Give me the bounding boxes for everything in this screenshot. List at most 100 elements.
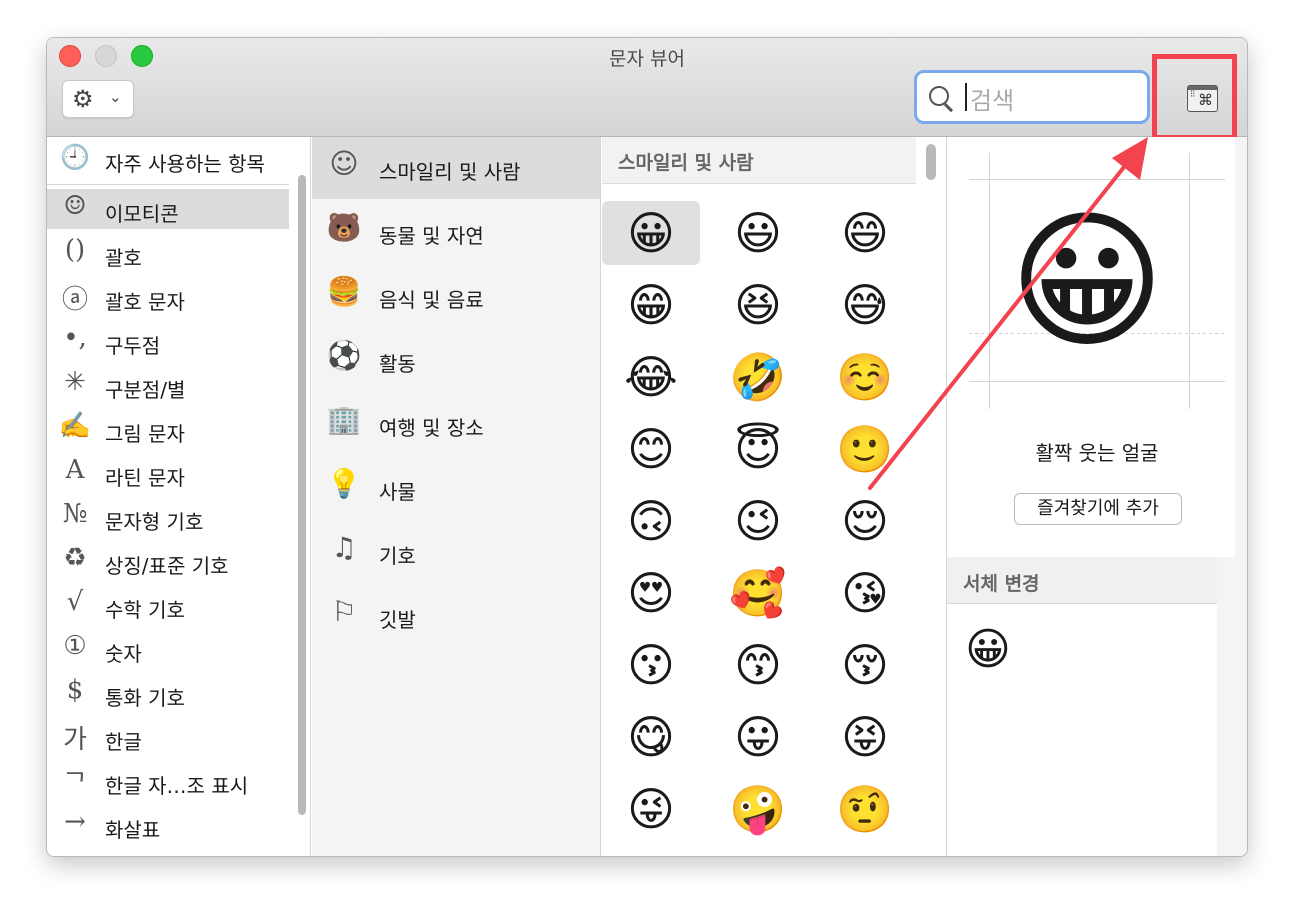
sidebar-item-frequent[interactable]: 🕘 자주 사용하는 항목 (47, 139, 289, 179)
category-label: 사물 (379, 480, 416, 504)
category-label: 활동 (379, 352, 416, 376)
search-field[interactable]: 검색 (914, 70, 1150, 124)
sidebar-item[interactable]: √ 수학 기호 (47, 585, 289, 625)
add-to-favorites-button[interactable]: 즐겨찾기에 추가 (1014, 493, 1182, 525)
emoji-cell[interactable]: 😛 (709, 705, 807, 769)
preview-emoji: 😀 (1008, 195, 1166, 369)
emoji-cell[interactable]: 😍 (602, 561, 700, 625)
emoji-cell[interactable]: ☺️ (816, 345, 914, 409)
sidebar-item-icon: ♻ (63, 543, 87, 573)
sidebar-item-icon: ᄀ (63, 769, 87, 799)
emoji-preview: 😀 활짝 웃는 얼굴 즐겨찾기에 추가 (947, 137, 1235, 557)
category-item[interactable]: ☺ 스마일리 및 사람 (312, 137, 600, 199)
emoji-cell[interactable]: 😃 (709, 201, 807, 265)
emoji-cell[interactable]: 😁 (602, 273, 700, 337)
sidebar-item[interactable]: № 문자형 기호 (47, 497, 289, 537)
category-list: ☺ 스마일리 및 사람 🐻 동물 및 자연 🍔 음식 및 음료 ⚽ 활동 🏢 여행 및 장소 💡 사물… (312, 137, 601, 856)
emoji-cell[interactable]: 😋 (602, 705, 700, 769)
emoji-cell[interactable]: 🙂 (816, 417, 914, 481)
emoji-cell[interactable]: 😝 (816, 705, 914, 769)
sidebar-item-icon: A (65, 455, 85, 485)
sidebar-item[interactable]: $ 통화 기호 (47, 673, 289, 713)
clock-icon: 🕘 (60, 143, 90, 171)
category-label: 기호 (379, 544, 416, 568)
sidebar-item[interactable]: ☺ 이모티콘 (47, 189, 289, 229)
font-variation-item[interactable]: 😀 (965, 624, 1011, 675)
category-item[interactable]: 💡 사물 (312, 457, 600, 519)
sidebar-item-icon: ✳ (64, 367, 86, 397)
emoji-cell[interactable]: 😅 (816, 273, 914, 337)
action-menu-button[interactable]: ⚙ ⌄ (62, 80, 134, 118)
sidebar-item[interactable]: A 라틴 문자 (47, 453, 289, 493)
emoji-cell[interactable]: 🤪 (709, 777, 807, 841)
category-label: 음식 및 음료 (379, 288, 484, 312)
sidebar-scrollbar[interactable] (298, 175, 306, 815)
sidebar-item[interactable]: () 괄호 (47, 233, 289, 273)
category-icon: ♫ (331, 531, 357, 564)
sidebar-item[interactable]: 가 한글 (47, 717, 289, 757)
emoji-cell[interactable]: 🙃 (602, 489, 700, 553)
sidebar-item[interactable]: ♻ 상징/표준 기호 (47, 541, 289, 581)
emoji-name: 활짝 웃는 얼굴 (1035, 441, 1159, 465)
emoji-cell[interactable]: 😊 (602, 417, 700, 481)
category-icon: 🐻 (326, 211, 362, 244)
category-item[interactable]: ⚐ 깃발 (312, 585, 600, 647)
sidebar: 🕘 자주 사용하는 항목 ☺ 이모티콘 () 괄호 ⓐ 괄호 문자 •, 구두점 ✳ 구분점/별 ✍… (47, 137, 311, 856)
emoji-cell[interactable]: 😇 (709, 417, 807, 481)
emoji-cell[interactable]: 😜 (602, 777, 700, 841)
sidebar-item-label: 구두점 (105, 334, 161, 358)
emoji-grid-panel: 스마일리 및 사람 😀 😃 😄 😁 😆 😅 😂 🤣 ☺️ 😊 😇 🙂 🙃 😉 😌 😍 🥰 😘 😗 😙 😚 😋 😛 😝 😜 🤪 🤨 (602, 137, 916, 856)
sidebar-item-label: 그림 문자 (105, 422, 185, 446)
chevron-down-icon: ⌄ (109, 88, 122, 106)
sidebar-item-label: 이모티콘 (105, 202, 179, 226)
category-item[interactable]: ⚽ 활동 (312, 329, 600, 391)
sidebar-item-label: 문자형 기호 (105, 510, 204, 534)
emoji-cell[interactable]: 😂 (602, 345, 700, 409)
emoji-cell[interactable]: 🥰 (709, 561, 807, 625)
emoji-cell[interactable]: 😄 (816, 201, 914, 265)
sidebar-item[interactable]: → 화살표 (47, 805, 289, 845)
emoji-cell[interactable]: 😙 (709, 633, 807, 697)
category-item[interactable]: 🏢 여행 및 장소 (312, 393, 600, 455)
sidebar-item-label: 통화 기호 (105, 686, 185, 710)
sidebar-item[interactable]: •, 구두점 (47, 321, 289, 361)
font-variation-list: 😀 (947, 604, 1217, 856)
emoji-cell[interactable]: 😉 (709, 489, 807, 553)
sidebar-item-icon: 가 (63, 725, 87, 755)
sidebar-item[interactable]: ✍ 그림 문자 (47, 409, 289, 449)
sidebar-item-label: 괄호 (105, 246, 142, 270)
sidebar-item[interactable]: ✳ 구분점/별 (47, 365, 289, 405)
sidebar-item-icon: ☺ (63, 191, 87, 221)
emoji-cell[interactable]: 😘 (816, 561, 914, 625)
category-item[interactable]: ♫ 기호 (312, 521, 600, 583)
sidebar-item[interactable]: ⓐ 괄호 문자 (47, 277, 289, 317)
emoji-cell[interactable]: 😀 (602, 201, 700, 265)
sidebar-item[interactable]: ① 숫자 (47, 629, 289, 669)
emoji-cell[interactable]: 🤨 (816, 777, 914, 841)
sidebar-item[interactable]: ᄀ 한글 자…조 표시 (47, 761, 289, 801)
sidebar-item-icon: → (64, 807, 86, 837)
category-label: 동물 및 자연 (379, 224, 484, 248)
emoji-cell[interactable]: 😆 (709, 273, 807, 337)
sidebar-item-icon: √ (66, 587, 84, 617)
font-variation-header: 서체 변경 (947, 557, 1217, 604)
emoji-cell[interactable]: 😗 (602, 633, 700, 697)
emoji-cell[interactable]: 😚 (816, 633, 914, 697)
window-title: 문자 뷰어 (609, 48, 685, 70)
sidebar-item-label: 한글 자…조 표시 (105, 774, 249, 798)
sidebar-item-label: 한글 (105, 730, 142, 754)
title-bar: 문자 뷰어 ⚙ ⌄ 검색 ⁝⁝ ⌘ (47, 38, 1247, 140)
font-variation-label: 서체 변경 (963, 573, 1040, 595)
sidebar-item-icon: ⓐ (61, 285, 88, 315)
sidebar-item-icon: () (64, 235, 86, 265)
grid-scrollbar[interactable] (926, 144, 936, 180)
category-icon: ☺ (329, 147, 359, 180)
category-label: 여행 및 장소 (379, 416, 484, 440)
category-item[interactable]: 🐻 동물 및 자연 (312, 201, 600, 263)
sidebar-item-label: 괄호 문자 (105, 290, 185, 314)
sidebar-item-label: 숫자 (105, 642, 142, 666)
category-icon: 🍔 (326, 275, 362, 308)
category-item[interactable]: 🍔 음식 및 음료 (312, 265, 600, 327)
emoji-cell[interactable]: 🤣 (709, 345, 807, 409)
emoji-cell[interactable]: 😌 (816, 489, 914, 553)
